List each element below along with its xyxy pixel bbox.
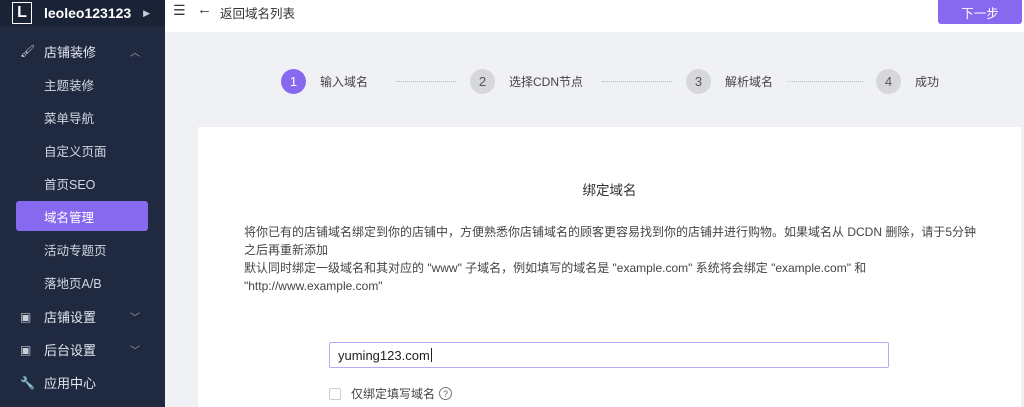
sidebar-item-label: 自定义页面 [44, 144, 107, 159]
help-icon[interactable]: ? [439, 387, 453, 400]
store-icon: ▣ [20, 309, 32, 324]
bind-only-checkbox[interactable] [329, 387, 341, 400]
domain-input[interactable]: yuming123.com [329, 342, 889, 368]
bind-domain-card: 绑定域名 将你已有的店铺域名绑定到你的店铺中，方便熟悉你店铺域名的顾客更容易找到… [198, 127, 1021, 407]
text-caret [430, 348, 432, 362]
step-3: 3 解析域名 [686, 69, 773, 94]
chevron-down-icon: ﹀ [130, 346, 140, 357]
step-number: 1 [281, 69, 306, 94]
sidebar-item-domain-management[interactable]: 域名管理 [16, 201, 148, 231]
monitor-icon: ▣ [20, 342, 32, 357]
step-label: 输入域名 [320, 75, 369, 89]
sidebar-item-landing-ab[interactable]: 落地页A/B [0, 267, 165, 297]
menu-group-store-decoration[interactable]: 🖌 店铺装修 ︿ [0, 36, 165, 66]
description-line-2: 默认同时绑定一级域名和其对应的 "www" 子域名，例如填写的域名是 "exam… [244, 261, 867, 293]
step-4: 4 成功 [876, 69, 939, 94]
sidebar-item-label: 域名管理 [44, 210, 95, 225]
menu-group-admin-settings[interactable]: ▣ 后台设置 ﹀ [0, 333, 165, 366]
step-connector [602, 81, 672, 82]
shop-switcher[interactable]: L leoleo123123 ▶ [0, 0, 165, 26]
caret-right-icon: ▶ [143, 7, 151, 18]
chevron-up-icon: ︿ [130, 47, 140, 59]
sidebar-item-custom-page[interactable]: 自定义页面 [0, 135, 165, 165]
step-1: 1 输入域名 [281, 69, 368, 94]
next-step-button[interactable]: 下一步 [938, 0, 1022, 24]
sidebar-item-label: 落地页A/B [44, 276, 102, 291]
shop-logo: L [12, 2, 32, 24]
step-number: 2 [470, 69, 495, 94]
step-number: 3 [686, 69, 711, 94]
step-indicator: 1 输入域名 2 选择CDN节点 3 解析域名 4 成功 [165, 32, 1024, 127]
shop-name: leoleo123123 [44, 5, 132, 21]
back-to-domain-list-link[interactable]: 返回域名列表 [220, 3, 295, 22]
brush-icon: 🖌 [20, 44, 36, 58]
step-connector [788, 81, 863, 82]
step-connector [396, 81, 456, 82]
domain-input-value: yuming123.com [338, 347, 430, 363]
menu-group-label: 店铺装修 [44, 44, 97, 60]
menu-group-label: 应用中心 [44, 376, 97, 391]
sidebar: L leoleo123123 ▶ 🖌 店铺装修 ︿ 主题装修 菜单导航 自定义页… [0, 0, 165, 407]
step-label: 解析域名 [725, 75, 774, 89]
menu-group-label: 后台设置 [44, 343, 97, 358]
sidebar-item-theme[interactable]: 主题装修 [0, 69, 165, 99]
wrench-icon: 🔧 [20, 375, 35, 390]
menu-group-store-settings[interactable]: ▣ 店铺设置 ﹀ [0, 300, 165, 333]
topbar: ☰ ← 返回域名列表 下一步 [165, 0, 1024, 32]
description-line-1: 将你已有的店铺域名绑定到你的店铺中，方便熟悉你店铺域名的顾客更容易找到你的店铺并… [244, 225, 977, 257]
step-label: 选择CDN节点 [509, 75, 583, 89]
checkbox-label: 仅绑定填写域名 [351, 387, 436, 401]
sidebar-item-campaign-page[interactable]: 活动专题页 [0, 234, 165, 264]
sidebar-item-label: 活动专题页 [44, 243, 107, 258]
menu-group-app-center[interactable]: 🔧 应用中心 [0, 366, 165, 399]
step-label: 成功 [915, 75, 940, 89]
sidebar-item-label: 菜单导航 [44, 111, 95, 126]
menu-toggle-icon[interactable]: ☰ [173, 2, 186, 19]
sidebar-item-home-seo[interactable]: 首页SEO [0, 168, 165, 198]
menu-group-label: 店铺设置 [44, 310, 97, 325]
sidebar-item-label: 首页SEO [44, 177, 96, 192]
step-2: 2 选择CDN节点 [470, 69, 583, 94]
card-title: 绑定域名 [582, 183, 637, 198]
bind-only-entered-domain-option: 仅绑定填写域名 ? [329, 385, 453, 402]
chevron-down-icon: ﹀ [130, 313, 140, 324]
description: 将你已有的店铺域名绑定到你的店铺中，方便熟悉你店铺域名的顾客更容易找到你的店铺并… [244, 223, 984, 295]
sidebar-item-label: 主题装修 [44, 78, 95, 93]
sidebar-item-menu-nav[interactable]: 菜单导航 [0, 102, 165, 132]
step-number: 4 [876, 69, 901, 94]
back-arrow-icon[interactable]: ← [197, 1, 212, 18]
